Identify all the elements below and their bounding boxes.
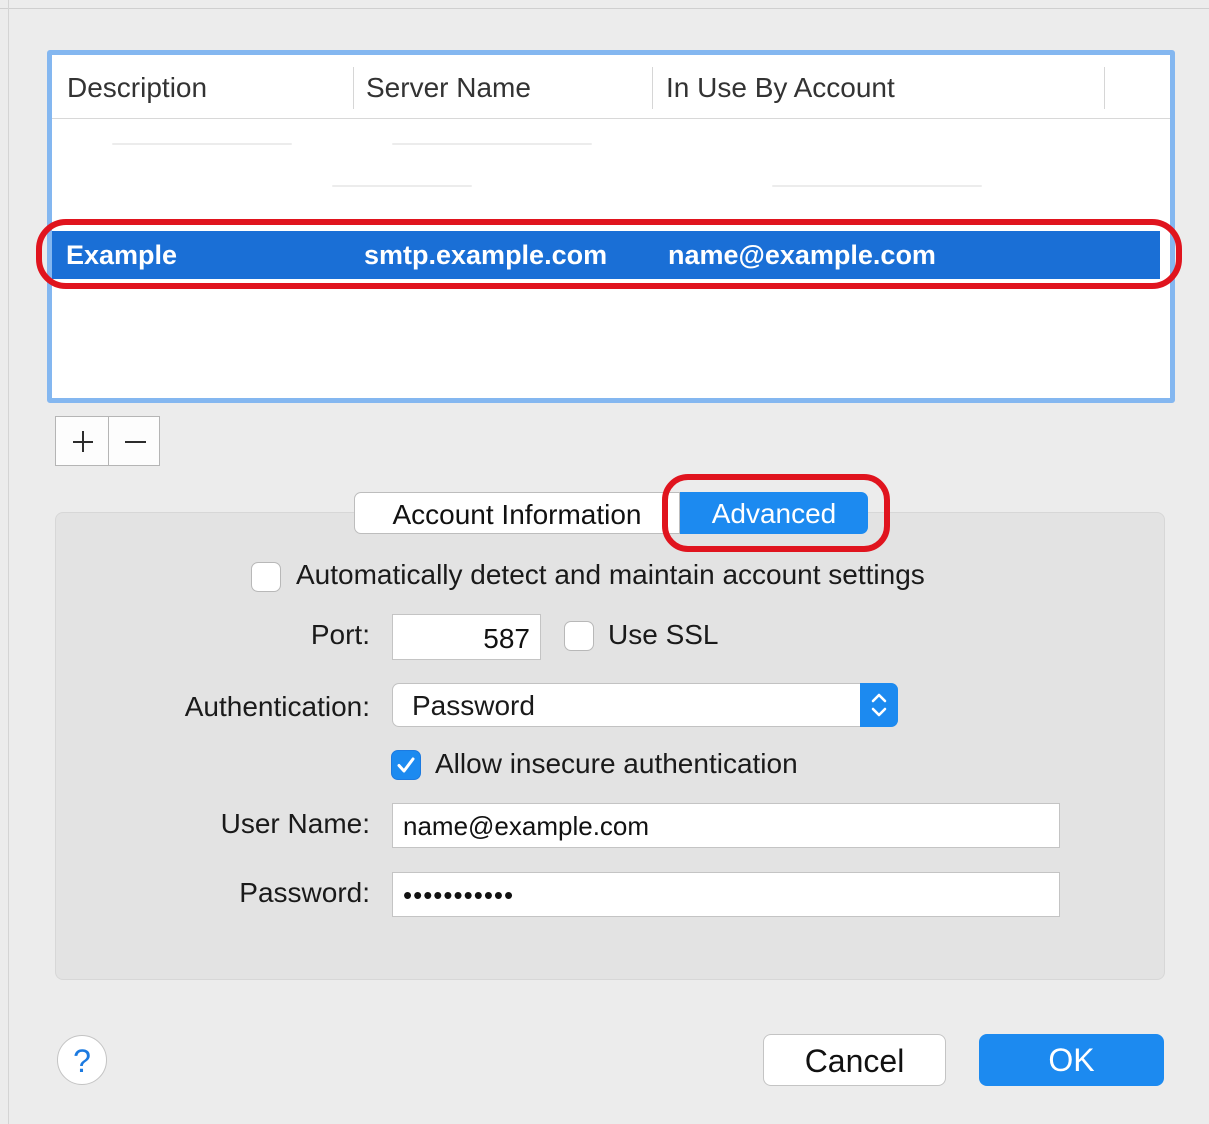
password-label: Password: xyxy=(239,877,370,908)
auto-detect-checkbox[interactable] xyxy=(251,562,281,592)
blurred-row-text xyxy=(772,185,982,187)
help-button[interactable]: ? xyxy=(57,1035,107,1085)
password-field[interactable]: ••••••••••• xyxy=(392,872,1060,917)
cancel-button[interactable]: Cancel xyxy=(763,1034,946,1086)
cell-server-name: smtp.example.com xyxy=(364,240,608,270)
ok-button[interactable]: OK xyxy=(979,1034,1164,1086)
column-separator[interactable] xyxy=(652,67,653,109)
column-header-server-name[interactable]: Server Name xyxy=(366,55,531,118)
tab-account-information[interactable]: Account Information xyxy=(354,492,680,534)
add-server-button[interactable] xyxy=(55,416,109,466)
window-top-edge xyxy=(0,0,1209,9)
column-separator[interactable] xyxy=(1104,67,1105,109)
remove-server-button[interactable] xyxy=(108,416,160,466)
cell-description: Example xyxy=(66,240,178,270)
port-field[interactable]: 587 xyxy=(392,614,541,660)
port-label: Port: xyxy=(310,619,370,650)
column-header-in-use-by-account[interactable]: In Use By Account xyxy=(666,55,895,118)
smtp-server-table[interactable]: Description Server Name In Use By Accoun… xyxy=(47,50,1175,403)
column-header-description[interactable]: Description xyxy=(67,55,207,118)
username-label: User Name: xyxy=(220,808,370,839)
table-header: Description Server Name In Use By Accoun… xyxy=(52,55,1170,119)
username-field[interactable]: name@example.com xyxy=(392,803,1060,848)
allow-insecure-label: Allow insecure authentication xyxy=(435,748,798,779)
updown-chevron-icon xyxy=(860,683,898,727)
cell-account: name@example.com xyxy=(668,240,936,270)
blurred-row-text xyxy=(392,143,592,145)
use-ssl-label: Use SSL xyxy=(608,619,719,650)
authentication-popup[interactable]: Password xyxy=(392,683,898,727)
blurred-row-text xyxy=(332,185,472,187)
allow-insecure-checkbox[interactable] xyxy=(391,750,421,780)
auto-detect-label: Automatically detect and maintain accoun… xyxy=(296,559,925,590)
authentication-label: Authentication: xyxy=(184,691,370,722)
authentication-value: Password xyxy=(412,690,535,721)
column-separator[interactable] xyxy=(353,67,354,109)
blurred-row-text xyxy=(112,143,292,145)
checkmark-icon xyxy=(394,753,418,782)
window-left-edge xyxy=(0,0,9,1124)
table-row-selected[interactable]: Example smtp.example.com name@example.co… xyxy=(52,231,1160,279)
tab-advanced[interactable]: Advanced xyxy=(680,492,868,534)
use-ssl-checkbox[interactable] xyxy=(564,621,594,651)
